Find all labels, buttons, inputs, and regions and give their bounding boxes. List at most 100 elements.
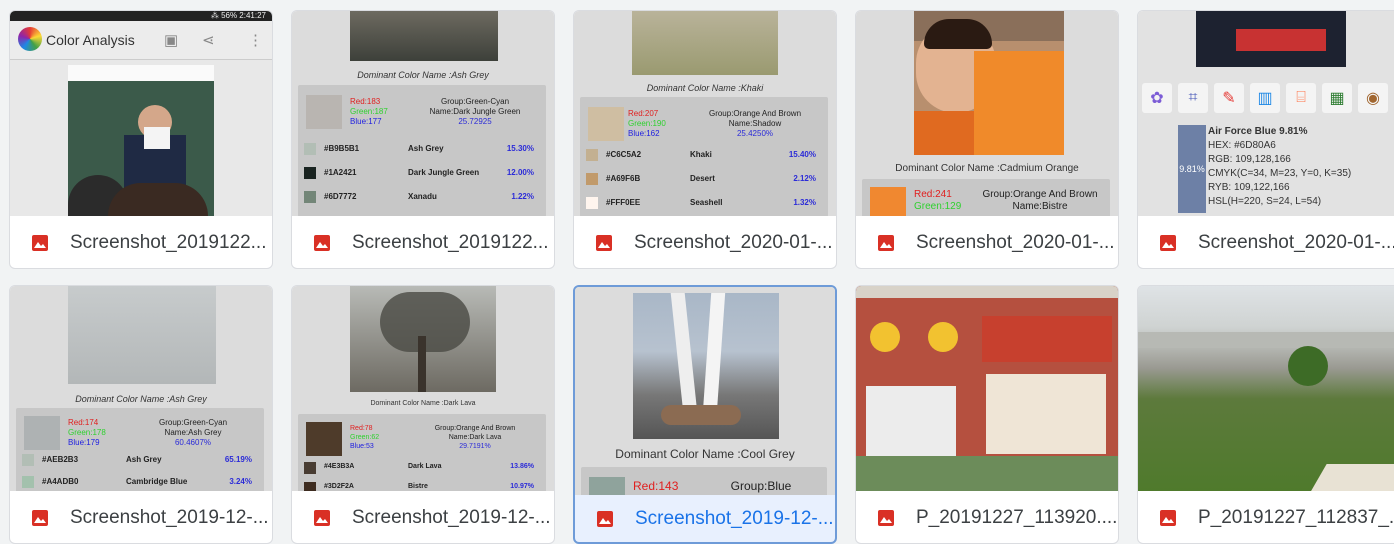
file-card[interactable]: Dominant Color Name :Dark Lava Red:78 Gr… [291,285,555,544]
color-panel: Red:143 Group:Blue [581,467,827,495]
row-hex: #FFF0EE [606,198,641,207]
thumbnail: Dominant Color Name :Ash Grey Red:183 Gr… [292,11,554,216]
classroom-photo [68,65,214,216]
color-row: #3D2F2A Bistre 10.97% [298,478,546,491]
green-value: Green:187 [350,107,388,116]
file-name: Screenshot_2019-12-... [352,507,551,528]
group-info: Group:Green-Cyan Name:Dark Jungle Green … [410,97,540,127]
file-caption: Screenshot_2019-12-... [292,491,554,543]
file-caption: Screenshot_2019122... [10,216,272,268]
file-card[interactable]: ✿ ⌗ ✎ ▥ ⌸ ▦ ◉ 9.81% Air Force Blue 9.81%… [1137,10,1394,269]
image-file-icon [1160,510,1176,526]
row-name: Bistre [408,483,428,490]
dominant-color-label: Dominant Color Name :Cadmium Orange [895,163,1079,174]
row-name: Ash Grey [408,144,444,153]
name-label: Name:Shadow [728,119,782,128]
row-name: Desert [690,174,715,183]
file-card-selected[interactable]: Dominant Color Name :Cool Grey Red:143 G… [573,285,837,544]
green-value: Green:62 [350,434,380,441]
group-info: Group:Blue [711,479,811,493]
dominant-swatch [870,187,906,216]
thumbnail: Dominant Color Name :Cool Grey Red:143 G… [575,287,835,495]
color-row: #B9B5B1 Ash Grey 15.30% [298,139,546,159]
file-caption: Screenshot_2019-12-... [10,491,272,543]
dominant-swatch [306,422,342,456]
name-label: Name:Dark Jungle Green [429,107,521,116]
hsl-line: HSL(H=220, S=24, L=54) [1208,196,1322,207]
grass-photo [632,11,778,75]
red-value: Red:183 [350,97,381,106]
percent-label: 60.4607% [174,438,212,447]
row-swatch [304,167,316,179]
row-name: Dark Lava [408,463,442,470]
excel-icon[interactable]: ▦ [1322,83,1352,113]
group-info: Group:Orange And Brown Name:Dark Lava 29… [410,424,540,451]
rgb-values: Red:143 [633,479,678,493]
color-row: #C6C5A2 Khaki 15.40% [580,145,828,165]
blue-value: Blue:53 [350,443,374,450]
row-hex: #A4ADB0 [42,477,79,486]
chart-icon[interactable]: ▥ [1250,83,1280,113]
settings-icon[interactable]: ✿ [1142,83,1172,113]
row-swatch [304,191,316,203]
thumbnail [856,286,1118,491]
html-icon[interactable]: ⌸ [1286,83,1316,113]
row-hex: #A69F6B [606,174,641,183]
row-name: Seashell [690,198,723,207]
green-value: Green:129 [914,201,962,212]
dominant-color-label: Dominant Color Name :Khaki [646,83,764,93]
file-name: Screenshot_2020-01-... [1198,232,1394,253]
color-row: #1A2421 Dark Jungle Green 12.00% [298,163,546,183]
ryb-line: RYB: 109,122,166 [1208,182,1290,193]
file-card[interactable]: P_20191227_112837_... [1137,285,1394,544]
percent-label: 25.4250% [736,129,774,138]
red-value: Red:207 [628,109,659,118]
row-name: Ash Grey [126,455,162,464]
group-label: Group:Green-Cyan [158,418,228,427]
bulletin-board-photo [856,286,1118,491]
row-percent: 12.00% [506,168,534,177]
app-title: Color Analysis [46,32,135,48]
share-icon: ⋖ [202,32,215,49]
child-photo [914,11,1064,155]
red-value: Red:241 [914,189,952,200]
palette-icon[interactable]: ◉ [1358,83,1388,113]
dominant-swatch [306,95,342,129]
app-bar: Color Analysis ▣ ⋖ ⋮ [10,21,272,60]
group-label: Group:Blue [730,479,792,493]
row-name: Cambridge Blue [126,477,188,486]
green-value: Green:190 [628,119,666,128]
eyedropper-icon[interactable]: ✎ [1214,83,1244,113]
blue-value: Blue:179 [68,438,100,447]
name-label: Name:Dark Lava [448,434,502,441]
file-caption: Screenshot_2019122... [292,216,554,268]
row-percent: 65.19% [224,455,252,464]
red-value: Red:143 [633,479,679,493]
group-info: Group:Orange And Brown Name:Bistre [972,189,1108,213]
file-card[interactable]: ⁂ 56% 2:41:27 Color Analysis ▣ ⋖ ⋮ Scree… [9,10,273,269]
file-caption: Screenshot_2020-01-... [856,216,1118,268]
row-percent: 3.24% [229,477,252,486]
toolbar: ✿ ⌗ ✎ ▥ ⌸ ▦ ◉ [1138,83,1394,119]
file-card[interactable]: Dominant Color Name :Ash Grey Red:183 Gr… [291,10,555,269]
file-name: P_20191227_112837_... [1198,507,1394,528]
row-percent: 2.12% [793,174,816,183]
dominant-swatch [588,107,624,141]
file-name: Screenshot_2019122... [70,232,267,253]
name-label: Name:Bistre [1012,201,1068,212]
color-title: Air Force Blue 9.81% [1208,126,1308,137]
file-name: Screenshot_2019-12-... [70,507,269,528]
row-name: Khaki [690,150,712,159]
more-icon: ⋮ [248,32,263,49]
file-card[interactable]: P_20191227_113920.... [855,285,1119,544]
file-card[interactable]: Dominant Color Name :Ash Grey Red:174 Gr… [9,285,273,544]
file-card[interactable]: Dominant Color Name :Cadmium Orange Red:… [855,10,1119,269]
rgb-values: Red:183 Green:187 Blue:177 [350,97,388,127]
thumbnail: Dominant Color Name :Cadmium Orange Red:… [856,11,1118,216]
group-info: Group:Orange And Brown Name:Shadow 25.42… [680,109,830,139]
rgb-line: RGB: 109,128,166 [1208,154,1291,165]
row-swatch [22,454,34,466]
image-file-icon [597,510,613,527]
file-card[interactable]: Dominant Color Name :Khaki Red:207 Green… [573,10,837,269]
crop-icon[interactable]: ⌗ [1178,83,1208,113]
